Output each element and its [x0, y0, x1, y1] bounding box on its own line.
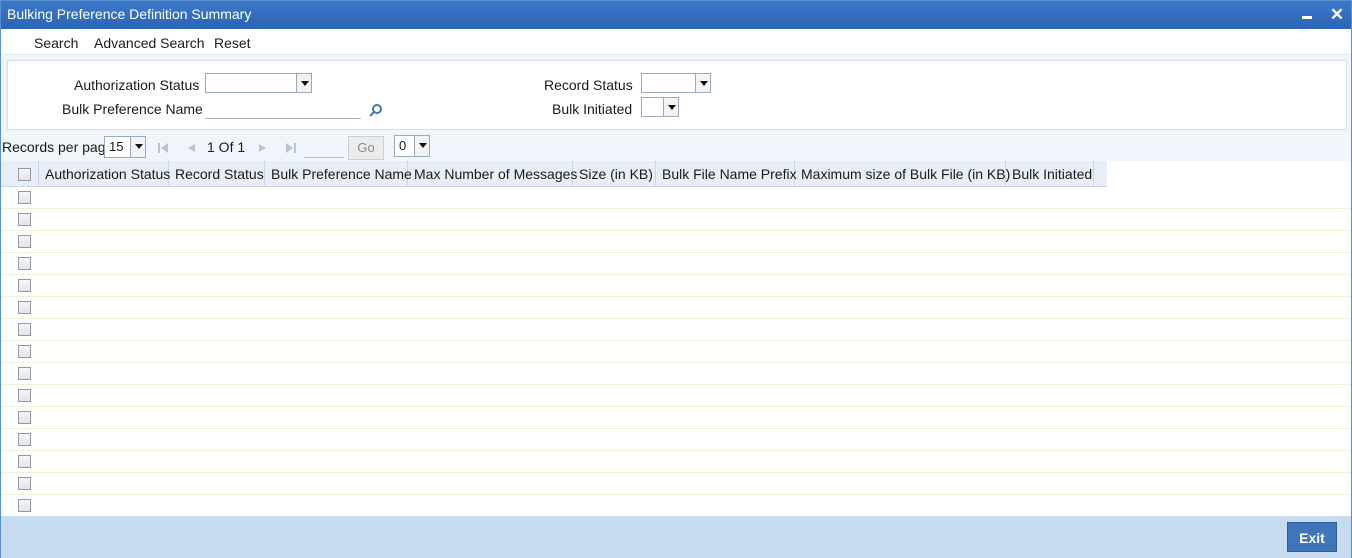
- column-header-record-status[interactable]: Record Status: [169, 161, 265, 187]
- bulk-initiated-label: Bulk Initiated: [552, 101, 633, 117]
- toolbar: Search Advanced Search Reset: [1, 29, 1351, 55]
- column-header-bulk-preference-name[interactable]: Bulk Preference Name: [265, 161, 412, 187]
- table-row[interactable]: [1, 429, 1351, 451]
- bulk-preference-name-input[interactable]: [205, 99, 361, 119]
- minimize-icon[interactable]: [1297, 5, 1317, 25]
- select-all-checkbox[interactable]: [18, 168, 31, 181]
- bulk-initiated-select[interactable]: [641, 97, 679, 117]
- summary-window: Bulking Preference Definition Summary ✕ …: [0, 0, 1352, 558]
- search-button[interactable]: Search: [34, 35, 78, 51]
- next-page-icon[interactable]: [257, 142, 269, 154]
- column-header-bulk-file-name-prefix[interactable]: Bulk File Name Prefix: [656, 161, 797, 187]
- pagination-bar: Records per page 15 1 Of 1 Go 0: [1, 135, 1351, 161]
- table-row[interactable]: [1, 275, 1351, 297]
- page-select[interactable]: 0: [394, 135, 430, 157]
- results-grid: Authorization Status Record Status Bulk …: [1, 161, 1351, 517]
- chevron-down-icon: [296, 74, 311, 92]
- table-row[interactable]: [1, 495, 1351, 517]
- row-checkbox[interactable]: [18, 345, 31, 358]
- row-checkbox[interactable]: [18, 279, 31, 292]
- page-select-value: 0: [399, 138, 407, 153]
- first-page-icon[interactable]: [157, 142, 169, 154]
- table-row[interactable]: [1, 231, 1351, 253]
- row-checkbox[interactable]: [18, 257, 31, 270]
- chevron-down-icon: [414, 136, 429, 156]
- row-checkbox[interactable]: [18, 389, 31, 402]
- row-checkbox[interactable]: [18, 499, 31, 512]
- table-row[interactable]: [1, 385, 1351, 407]
- row-checkbox[interactable]: [18, 477, 31, 490]
- table-row[interactable]: [1, 363, 1351, 385]
- row-checkbox[interactable]: [18, 367, 31, 380]
- table-row[interactable]: [1, 473, 1351, 495]
- row-checkbox[interactable]: [18, 191, 31, 204]
- row-checkbox[interactable]: [18, 301, 31, 314]
- record-status-select[interactable]: [641, 73, 711, 93]
- page-indicator: 1 Of 1: [207, 139, 246, 155]
- bulk-preference-name-label: Bulk Preference Name: [62, 101, 203, 117]
- authorization-status-label: Authorization Status: [74, 77, 200, 93]
- column-header-max-number-of-messages[interactable]: Max Number of Messages: [408, 161, 577, 187]
- exit-button[interactable]: Exit: [1287, 522, 1337, 552]
- close-icon[interactable]: ✕: [1327, 5, 1347, 25]
- row-checkbox[interactable]: [18, 433, 31, 446]
- column-header-size-in-kb[interactable]: Size (in KB): [573, 161, 656, 187]
- table-row[interactable]: [1, 451, 1351, 473]
- search-criteria-panel: Authorization Status Bulk Preference Nam…: [1, 55, 1351, 135]
- row-checkbox[interactable]: [18, 455, 31, 468]
- row-checkbox[interactable]: [18, 213, 31, 226]
- grid-header: Authorization Status Record Status Bulk …: [1, 161, 1107, 187]
- chevron-down-icon: [695, 74, 710, 92]
- search-criteria-box: Authorization Status Bulk Preference Nam…: [7, 60, 1347, 130]
- table-row[interactable]: [1, 297, 1351, 319]
- authorization-status-select[interactable]: [205, 73, 312, 93]
- select-all-cell: [1, 161, 39, 187]
- footer-bar: Exit: [1, 516, 1351, 558]
- advanced-search-button[interactable]: Advanced Search: [94, 35, 205, 51]
- window-title: Bulking Preference Definition Summary: [7, 6, 252, 22]
- chevron-down-icon: [663, 98, 678, 116]
- table-row[interactable]: [1, 209, 1351, 231]
- column-header-authorization-status[interactable]: Authorization Status: [39, 161, 170, 187]
- row-checkbox[interactable]: [18, 323, 31, 336]
- page-number-input[interactable]: [304, 138, 344, 158]
- column-header-bulk-initiated[interactable]: Bulk Initiated: [1006, 161, 1094, 187]
- chevron-down-icon: [130, 137, 145, 157]
- record-status-label: Record Status: [544, 77, 633, 93]
- table-row[interactable]: [1, 341, 1351, 363]
- column-header-maximum-size-of-bulk-file[interactable]: Maximum size of Bulk File (in KB): [795, 161, 1010, 187]
- table-row[interactable]: [1, 253, 1351, 275]
- title-bar: Bulking Preference Definition Summary ✕: [1, 1, 1351, 29]
- records-per-page-select[interactable]: 15: [104, 136, 146, 158]
- table-row[interactable]: [1, 407, 1351, 429]
- go-button[interactable]: Go: [348, 136, 384, 160]
- records-per-page-label: Records per page: [2, 139, 114, 155]
- search-icon[interactable]: [369, 103, 383, 117]
- row-checkbox[interactable]: [18, 235, 31, 248]
- table-row[interactable]: [1, 319, 1351, 341]
- records-per-page-value: 15: [109, 139, 124, 154]
- reset-button[interactable]: Reset: [214, 35, 251, 51]
- table-row[interactable]: [1, 187, 1351, 209]
- last-page-icon[interactable]: [285, 142, 297, 154]
- previous-page-icon[interactable]: [185, 142, 197, 154]
- row-checkbox[interactable]: [18, 411, 31, 424]
